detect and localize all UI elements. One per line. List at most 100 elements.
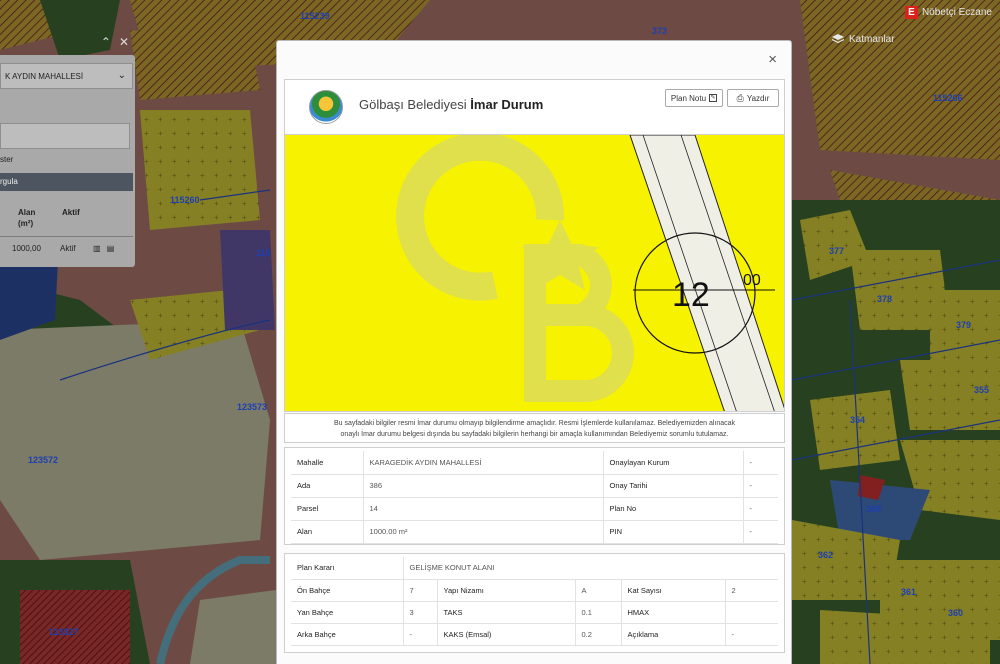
parcel-label: 378 bbox=[877, 294, 893, 304]
cell-value: - bbox=[743, 520, 778, 544]
printer-icon: ⎙ bbox=[736, 92, 744, 103]
table-row: Ön Bahçe 7 Yapı Nizamı A Kat Sayısı 2 bbox=[291, 579, 778, 602]
neighborhood-select[interactable]: K AYDIN MAHALLESİ ⌄ bbox=[0, 63, 133, 89]
zoning-plan-image: 12 00 bbox=[284, 134, 785, 412]
cell-label: Onay Tarihi bbox=[603, 474, 744, 498]
parcel-label: 115239 bbox=[300, 11, 330, 21]
row-area: 1000,00 bbox=[12, 244, 41, 253]
print-label: Yazdır bbox=[746, 93, 770, 103]
cell-value: 0.1 bbox=[575, 601, 622, 624]
cell-value: KARAGEDİK AYDIN MAHALLESİ bbox=[363, 451, 604, 475]
parcel-label: 361 bbox=[901, 587, 917, 597]
pharmacy-link[interactable]: E Nöbetçi Eczane bbox=[904, 6, 992, 19]
col-header-area-unit: (m²) bbox=[18, 219, 34, 228]
zoning-status-modal: × Gölbaşı Belediyesi İmar Durum Plan Not… bbox=[276, 40, 792, 664]
parcel-info-table: Mahalle KARAGEDİK AYDIN MAHALLESİ Onayla… bbox=[284, 447, 785, 545]
close-icon[interactable]: ✕ bbox=[119, 35, 129, 49]
chevron-down-icon: ⌄ bbox=[117, 70, 126, 81]
table-row: Ada 386 Onay Tarihi - bbox=[291, 474, 778, 498]
row-actions-icon[interactable]: ▥ ▤ bbox=[93, 244, 116, 253]
disclaimer-line-2: onaylı İmar durumu belgesi dışında bu sa… bbox=[340, 431, 729, 438]
cell-value: 0.2 bbox=[575, 623, 622, 646]
title-bold: İmar Durum bbox=[470, 97, 544, 112]
cell-value: 1000.00 m² bbox=[363, 520, 604, 544]
cell-label: Arka Bahçe bbox=[291, 623, 404, 646]
title-prefix: Gölbaşı Belediyesi bbox=[359, 97, 467, 112]
cell-value: 14 bbox=[363, 497, 604, 521]
search-panel: ⌃ ✕ K AYDIN MAHALLESİ ⌄ ster rgula Alan … bbox=[0, 35, 135, 267]
cell-value: 2 bbox=[725, 579, 778, 602]
layers-button[interactable]: Katmanlar bbox=[832, 34, 895, 45]
table-row: Arka Bahçe - KAKS (Emsal) 0.2 Açıklama - bbox=[291, 623, 778, 646]
cell-value: - bbox=[725, 623, 778, 646]
cell-value: - bbox=[743, 497, 778, 521]
close-icon[interactable]: × bbox=[768, 51, 777, 68]
disclaimer-line-1: Bu sayfadaki bilgiler resmi İmar durumu … bbox=[333, 420, 736, 427]
parcel-label: 113327 bbox=[49, 627, 79, 637]
cell-label: KAKS (Emsal) bbox=[437, 623, 576, 646]
col-header-area: Alan (m²) bbox=[18, 207, 35, 229]
col-header-area-label: Alan bbox=[18, 208, 36, 217]
cell-label: Mahalle bbox=[291, 451, 364, 475]
cell-value: 7 bbox=[403, 579, 438, 602]
plan-side-label: 00 bbox=[743, 272, 761, 289]
panel-menu-item[interactable]: ster bbox=[0, 155, 13, 164]
edit-icon: ✎ bbox=[709, 94, 718, 102]
cell-value: 386 bbox=[363, 474, 604, 498]
cell-label: Parsel bbox=[291, 497, 364, 521]
cell-label: Açıklama bbox=[621, 623, 726, 646]
modal-header-card: Gölbaşı Belediyesi İmar Durum Plan Notu … bbox=[284, 79, 785, 137]
cell-value bbox=[725, 601, 778, 624]
parcel-label: 115266 bbox=[933, 93, 963, 103]
panel-controls: ⌃ ✕ bbox=[101, 35, 129, 49]
cell-label: Ada bbox=[291, 474, 364, 498]
modal-title: Gölbaşı Belediyesi İmar Durum bbox=[359, 97, 543, 112]
chevron-up-icon[interactable]: ⌃ bbox=[101, 35, 111, 49]
cell-value: GELİŞME KONUT ALANI bbox=[403, 557, 778, 580]
cell-label: Plan Kararı bbox=[291, 557, 404, 580]
parcel-label: 379 bbox=[956, 320, 972, 330]
parcel-label: 115 bbox=[256, 248, 271, 258]
plan-number: 12 bbox=[672, 276, 710, 314]
table-row: Alan 1000.00 m² PIN - bbox=[291, 520, 778, 544]
panel-menu-item-active[interactable]: rgula bbox=[0, 173, 133, 191]
parcel-label: 123572 bbox=[28, 455, 59, 465]
parcel-label: 369 bbox=[866, 504, 882, 514]
table-row: Plan Kararı GELİŞME KONUT ALANI bbox=[291, 557, 778, 580]
cell-label: Kat Sayısı bbox=[621, 579, 726, 602]
table-row: Mahalle KARAGEDİK AYDIN MAHALLESİ Onayla… bbox=[291, 451, 778, 475]
cell-label: TAKS bbox=[437, 601, 576, 624]
parcel-label: 360 bbox=[948, 608, 964, 618]
print-button[interactable]: ⎙ Yazdır bbox=[727, 89, 779, 107]
parcel-label: 115260 bbox=[170, 195, 200, 205]
plan-note-button[interactable]: Plan Notu ✎ bbox=[665, 89, 723, 107]
cell-label: Plan No bbox=[603, 497, 744, 521]
neighborhood-select-value: K AYDIN MAHALLESİ bbox=[5, 72, 84, 81]
municipality-logo bbox=[309, 90, 343, 124]
cell-value: - bbox=[403, 623, 438, 646]
parcel-label: 362 bbox=[818, 550, 834, 560]
cell-value: A bbox=[575, 579, 622, 602]
plan-drawing: 12 00 bbox=[285, 135, 784, 411]
parcel-label: 373 bbox=[652, 26, 668, 36]
cell-label: PIN bbox=[603, 520, 744, 544]
table-row: Yan Bahçe 3 TAKS 0.1 HMAX bbox=[291, 601, 778, 624]
parcel-label: 123573 bbox=[237, 402, 268, 412]
pharmacy-icon: E bbox=[904, 6, 918, 19]
cell-value: - bbox=[743, 451, 778, 475]
pharmacy-label: Nöbetçi Eczane bbox=[921, 7, 992, 18]
parcel-input[interactable] bbox=[0, 123, 130, 149]
parcel-label: 354 bbox=[850, 415, 866, 425]
cell-value: - bbox=[743, 474, 778, 498]
cell-label: Onaylayan Kurum bbox=[603, 451, 744, 475]
col-header-status: Aktif bbox=[62, 208, 80, 217]
layers-icon bbox=[832, 34, 844, 44]
row-status: Aktif bbox=[60, 244, 76, 253]
cell-label: Ön Bahçe bbox=[291, 579, 404, 602]
parcel-label: 355 bbox=[974, 385, 990, 395]
cell-label: Yapı Nizamı bbox=[437, 579, 576, 602]
cell-label: HMAX bbox=[621, 601, 726, 624]
plan-details-table: Plan Kararı GELİŞME KONUT ALANI Ön Bahçe… bbox=[284, 553, 785, 653]
cell-label: Yan Bahçe bbox=[291, 601, 404, 624]
parcel-label: 377 bbox=[829, 246, 845, 256]
